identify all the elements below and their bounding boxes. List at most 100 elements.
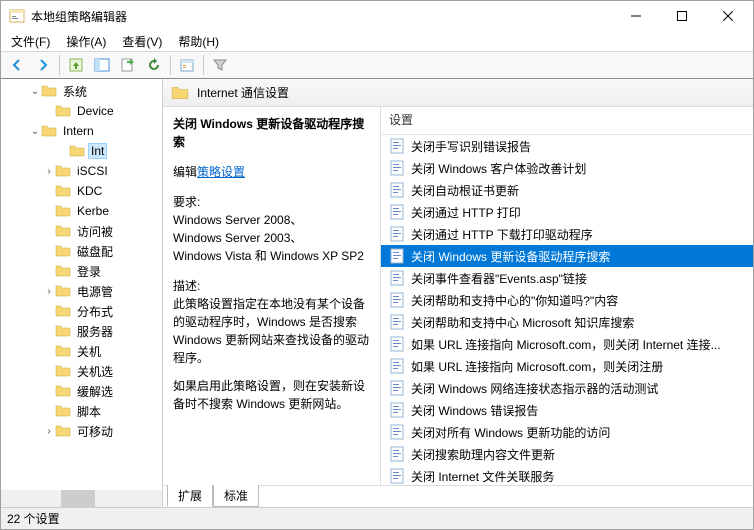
tree-item[interactable]: 脚本	[1, 401, 162, 421]
minimize-button[interactable]	[613, 1, 659, 31]
policy-icon	[389, 160, 405, 176]
tree-item-label: 磁盘配	[75, 243, 115, 260]
expand-icon[interactable]: ⌄	[29, 86, 41, 97]
expand-icon[interactable]: ›	[43, 286, 55, 297]
desc-body: 如果启用此策略设置，则在安装新设备时不搜索 Windows 更新网站。	[173, 377, 370, 413]
tree-item[interactable]: ›电源管	[1, 281, 162, 301]
list-column-header[interactable]: 设置	[381, 107, 753, 135]
req-line: Windows Server 2003、	[173, 229, 370, 247]
refresh-button[interactable]	[142, 53, 166, 77]
list-item-label: 关闭 Windows 网络连接状态指示器的活动测试	[411, 380, 658, 397]
folder-icon	[55, 263, 71, 279]
folder-icon	[69, 143, 85, 159]
close-button[interactable]	[705, 1, 751, 31]
filter-button[interactable]	[208, 53, 232, 77]
menu-view[interactable]: 查看(V)	[116, 31, 168, 52]
tree-item[interactable]: 磁盘配	[1, 241, 162, 261]
tree-item[interactable]: 关机	[1, 341, 162, 361]
list-item[interactable]: 关闭 Internet 文件关联服务	[381, 465, 753, 485]
list-item[interactable]: 关闭 Windows 更新设备驱动程序搜索	[381, 245, 753, 267]
up-button[interactable]	[64, 53, 88, 77]
expand-icon[interactable]: ›	[43, 426, 55, 437]
tree-item[interactable]: › 可移动	[1, 421, 162, 441]
tree-hscrollbar[interactable]	[1, 490, 162, 507]
folder-icon	[55, 423, 71, 439]
edit-policy-link[interactable]: 策略设置	[197, 165, 245, 179]
list-item[interactable]: 关闭自动根证书更新	[381, 179, 753, 201]
folder-icon	[55, 223, 71, 239]
tree-item[interactable]: 服务器	[1, 321, 162, 341]
menu-file[interactable]: 文件(F)	[5, 31, 56, 52]
tree-item[interactable]: KDC	[1, 181, 162, 201]
back-button[interactable]	[5, 53, 29, 77]
tree-item-label: iSCSI	[75, 164, 110, 178]
policy-icon	[389, 380, 405, 396]
show-hide-tree-button[interactable]	[90, 53, 114, 77]
tree-pane: ⌄系统 Device ⌄InternInt › iSCSI KDC Kerbe 访问被磁盘配登…	[1, 79, 163, 507]
tab-standard[interactable]: 标准	[213, 485, 259, 507]
list-item[interactable]: 关闭 Windows 网络连接状态指示器的活动测试	[381, 377, 753, 399]
list-item[interactable]: 关闭帮助和支持中心的"你知道吗?"内容	[381, 289, 753, 311]
tree-item[interactable]: ⌄系统	[1, 81, 162, 101]
tree-item[interactable]: › iSCSI	[1, 161, 162, 181]
folder-icon	[55, 203, 71, 219]
list-item-label: 关闭对所有 Windows 更新功能的访问	[411, 424, 610, 441]
settings-list[interactable]: 设置 关闭手写识别错误报告关闭 Windows 客户体验改善计划关闭自动根证书更…	[381, 107, 753, 485]
tree-item[interactable]: 登录	[1, 261, 162, 281]
tree-item-label: 可移动	[75, 423, 115, 440]
tree-item[interactable]: Kerbe	[1, 201, 162, 221]
list-item[interactable]: 关闭帮助和支持中心 Microsoft 知识库搜索	[381, 311, 753, 333]
list-item[interactable]: 关闭通过 HTTP 下载打印驱动程序	[381, 223, 753, 245]
menu-action[interactable]: 操作(A)	[60, 31, 112, 52]
list-item[interactable]: 关闭事件查看器"Events.asp"链接	[381, 267, 753, 289]
list-item[interactable]: 如果 URL 连接指向 Microsoft.com，则关闭注册	[381, 355, 753, 377]
list-item-label: 关闭帮助和支持中心 Microsoft 知识库搜索	[411, 314, 634, 331]
tree-item[interactable]: ⌄Intern	[1, 121, 162, 141]
list-item[interactable]: 关闭对所有 Windows 更新功能的访问	[381, 421, 753, 443]
tree-item-label: Device	[75, 104, 116, 118]
list-item[interactable]: 关闭手写识别错误报告	[381, 135, 753, 157]
tree-item[interactable]: 访问被	[1, 221, 162, 241]
window-title: 本地组策略编辑器	[31, 8, 613, 25]
tree-item[interactable]: 分布式	[1, 301, 162, 321]
expand-icon[interactable]: ⌄	[29, 126, 41, 137]
main-area: ⌄系统 Device ⌄InternInt › iSCSI KDC Kerbe 访问被磁盘配登…	[1, 79, 753, 507]
req-line: Windows Server 2008、	[173, 211, 370, 229]
export-button[interactable]	[116, 53, 140, 77]
statusbar: 22 个设置	[1, 507, 753, 529]
menu-help[interactable]: 帮助(H)	[172, 31, 225, 52]
folder-icon	[55, 343, 71, 359]
req-line: Windows Vista 和 Windows XP SP2	[173, 247, 370, 265]
tab-extended[interactable]: 扩展	[167, 485, 213, 507]
list-item[interactable]: 关闭通过 HTTP 打印	[381, 201, 753, 223]
policy-icon	[389, 446, 405, 462]
tree-item-label: 登录	[75, 263, 103, 280]
expand-icon[interactable]: ›	[43, 166, 55, 177]
content-header: Internet 通信设置	[163, 79, 753, 107]
tree-item[interactable]: 关机选	[1, 361, 162, 381]
view-tabs: 扩展 标准	[163, 485, 753, 507]
list-item[interactable]: 关闭 Windows 客户体验改善计划	[381, 157, 753, 179]
tree-item-label: 关机	[75, 343, 103, 360]
folder-icon	[55, 103, 71, 119]
tree-item-label: 访问被	[75, 223, 115, 240]
list-item[interactable]: 如果 URL 连接指向 Microsoft.com，则关闭 Internet 连…	[381, 333, 753, 355]
policy-icon	[389, 270, 405, 286]
list-item[interactable]: 关闭搜索助理内容文件更新	[381, 443, 753, 465]
menubar: 文件(F) 操作(A) 查看(V) 帮助(H)	[1, 31, 753, 51]
properties-button[interactable]	[175, 53, 199, 77]
right-pane: Internet 通信设置 关闭 Windows 更新设备驱动程序搜索 编辑策略…	[163, 79, 753, 507]
list-item[interactable]: 关闭 Windows 错误报告	[381, 399, 753, 421]
edit-prefix: 编辑	[173, 165, 197, 179]
forward-button[interactable]	[31, 53, 55, 77]
maximize-button[interactable]	[659, 1, 705, 31]
list-item-label: 如果 URL 连接指向 Microsoft.com，则关闭 Internet 连…	[411, 336, 721, 353]
tree-item[interactable]: Int	[1, 141, 162, 161]
folder-icon	[55, 403, 71, 419]
tree-item-label: KDC	[75, 184, 104, 198]
tree-item[interactable]: 缓解选	[1, 381, 162, 401]
tree-item-label: 服务器	[75, 323, 115, 340]
tree-item-label: 缓解选	[75, 383, 115, 400]
tree-item-label: 关机选	[75, 363, 115, 380]
tree-item[interactable]: Device	[1, 101, 162, 121]
